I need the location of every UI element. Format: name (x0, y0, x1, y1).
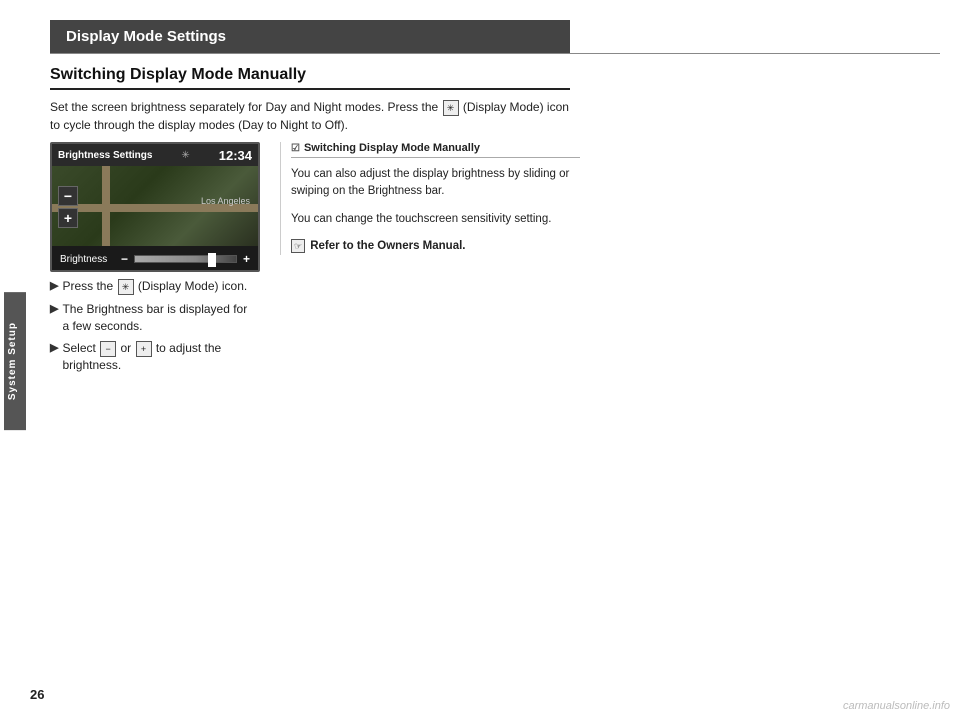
header-bar: Display Mode Settings (50, 20, 570, 53)
zoom-out-button: − (58, 186, 78, 206)
info-text-2: You can change the touchscreen sensitivi… (291, 211, 580, 228)
minus-icon: − (100, 341, 116, 357)
step3-arrow: ▶ (50, 341, 58, 356)
intro-text: Set the screen brightness separately for… (50, 98, 570, 134)
refer-icon: ☞ (291, 239, 305, 253)
sidebar: System Setup (0, 0, 30, 722)
screen-icon: ✳ (181, 150, 189, 161)
header-title: Display Mode Settings (66, 28, 226, 45)
refer-bold-text: Refer to the Owners Manual. (310, 240, 465, 252)
step-2: ▶ The Brightness bar is displayed for a … (50, 301, 250, 335)
map-controls: − + (58, 186, 78, 228)
brightness-dot (208, 253, 216, 267)
step2-text: The Brightness bar is displayed for a fe… (62, 301, 250, 335)
step1-text: Press the ✳ (Display Mode) icon. (62, 278, 247, 295)
brightness-label: Brightness (60, 254, 115, 265)
content-columns: Brightness Settings ✳ 12:34 − + Los Ange… (50, 142, 940, 380)
steps-area: ▶ Press the ✳ (Display Mode) icon. ▶ The… (50, 272, 250, 380)
refer-text: ☞ Refer to the Owners Manual. (291, 238, 580, 255)
brightness-plus: + (243, 252, 250, 266)
display-mode-icon: ✳ (443, 100, 459, 116)
screen-top-bar: Brightness Settings ✳ 12:34 (52, 144, 258, 166)
step3-text: Select − or + to adjust the brightness. (62, 340, 250, 374)
step-3: ▶ Select − or + to adjust the brightness… (50, 340, 250, 374)
left-column: Brightness Settings ✳ 12:34 − + Los Ange… (50, 142, 260, 380)
plus-icon: + (136, 341, 152, 357)
brightness-fill (134, 255, 237, 263)
step1-arrow: ▶ (50, 279, 58, 294)
step2-arrow: ▶ (50, 302, 58, 317)
header-rule (50, 53, 940, 54)
screen-mockup: Brightness Settings ✳ 12:34 − + Los Ange… (50, 142, 260, 272)
road-vertical (102, 166, 110, 246)
sidebar-tab: System Setup (4, 292, 26, 430)
info-box-title: Switching Display Mode Manually (291, 142, 580, 158)
step1-icon: ✳ (118, 279, 134, 295)
zoom-in-button: + (58, 208, 78, 228)
screen-time: 12:34 (219, 148, 252, 163)
step-1: ▶ Press the ✳ (Display Mode) icon. (50, 278, 250, 295)
brightness-minus: − (121, 252, 128, 266)
screen-map-area: − + Los Angeles (52, 166, 258, 246)
main-content: Display Mode Settings Switching Display … (30, 0, 960, 722)
info-text-1: You can also adjust the display brightne… (291, 166, 580, 201)
city-label: Los Angeles (201, 196, 250, 206)
screen-title: Brightness Settings (58, 150, 152, 161)
section-heading: Switching Display Mode Manually (50, 66, 570, 90)
right-column: Switching Display Mode Manually You can … (280, 142, 580, 255)
screen-brightness-bar: Brightness − + (52, 246, 258, 272)
watermark: carmanualsonline.info (843, 700, 950, 712)
